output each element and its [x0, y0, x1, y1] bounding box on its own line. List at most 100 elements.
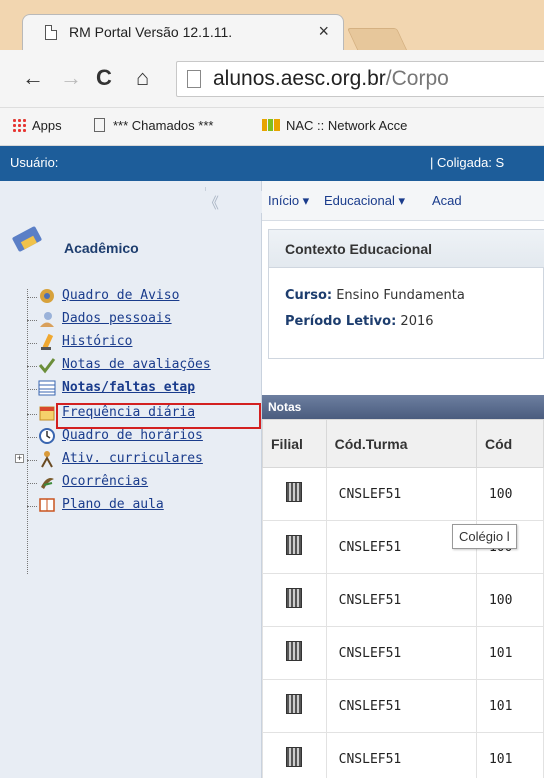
coligada-label: | Coligada: S — [430, 155, 505, 170]
building-icon — [286, 535, 303, 555]
table-icon — [38, 380, 56, 396]
people-icon — [41, 451, 53, 468]
menu-academico[interactable]: Acad — [432, 193, 462, 208]
sidebar-item-label: Histórico — [62, 334, 133, 349]
forward-arrow-icon[interactable]: → — [60, 65, 82, 91]
context-panel: Contexto Educacional Curso: Ensino Funda… — [268, 229, 544, 359]
megaphone-icon — [40, 289, 54, 303]
sidebar-item-dados-pessoais[interactable]: Dados pessoais — [0, 309, 262, 331]
filial-cell — [262, 520, 327, 574]
context-title: Contexto Educacional — [285, 241, 433, 257]
page-icon — [94, 118, 105, 132]
cod-turma-cell: CNSLEF51 — [325, 679, 477, 733]
user-bar: Usuário: | Coligada: S — [0, 146, 544, 181]
building-icon — [286, 588, 303, 608]
bookmark-apps[interactable]: Apps — [12, 118, 62, 133]
new-tab-button[interactable] — [346, 28, 408, 50]
sidebar-item-historico[interactable]: Histórico — [0, 332, 262, 354]
flag-icon — [41, 478, 54, 489]
sidebar-item-quadro-de-horarios[interactable]: Quadro de horários — [0, 426, 262, 448]
selection-highlight — [56, 403, 261, 429]
sidebar-item-notas-faltas-etapa[interactable]: Notas/faltas etap — [0, 378, 262, 400]
top-menu-bar: Início ▾ Educacional ▾ Acad — [262, 181, 544, 221]
navigation-bar: ← → C ⌂ alunos.aesc.org.br/Corpo — [0, 50, 544, 108]
check-icon — [38, 358, 56, 374]
user-label: Usuário: — [10, 155, 59, 170]
section-header-academico[interactable]: Acadêmico — [10, 225, 240, 259]
page-icon — [45, 25, 57, 40]
back-arrow-icon[interactable]: ← — [22, 65, 44, 91]
menu-educacional[interactable]: Educacional ▾ — [324, 193, 405, 209]
cod-cell: 100 — [475, 467, 544, 521]
main-content: Início ▾ Educacional ▾ Acad Contexto Edu… — [262, 181, 544, 778]
cod-turma-cell: CNSLEF51 — [325, 467, 477, 521]
sidebar-item-label: Ocorrências — [62, 474, 149, 489]
calendar-icon — [39, 406, 55, 421]
sidebar-item-label: Ativ. curriculares — [62, 451, 203, 466]
filial-cell — [262, 732, 327, 778]
periodo-line: Período Letivo: 2016 — [285, 314, 434, 329]
table-row[interactable]: CNSLEF51 100 — [262, 467, 544, 521]
table-row[interactable]: CNSLEF51 101 — [262, 732, 544, 778]
column-header-cod-turma[interactable]: Cód.Turma — [325, 419, 477, 468]
context-panel-header: Contexto Educacional — [269, 230, 544, 268]
curso-line: Curso: Ensino Fundamenta — [285, 288, 465, 303]
tab-title: RM Portal Versão 12.1.11. — [69, 24, 233, 40]
filial-cell — [262, 467, 327, 521]
table-row[interactable]: CNSLEF51 101 — [262, 679, 544, 733]
reload-icon[interactable]: C — [96, 65, 112, 91]
address-text: alunos.aesc.org.br/Corpo — [213, 67, 449, 90]
building-icon — [286, 694, 303, 714]
column-header-filial[interactable]: Filial — [262, 419, 327, 468]
page-icon — [187, 70, 201, 88]
cod-turma-cell: CNSLEF51 — [325, 626, 477, 680]
filial-cell — [262, 679, 327, 733]
nac-icon — [262, 119, 280, 131]
cod-cell: 100 — [475, 573, 544, 627]
double-chevron-left-icon: 《 — [204, 195, 220, 212]
collapse-sidebar-button[interactable]: 《 — [196, 191, 262, 213]
table-row[interactable]: CNSLEF51 101 — [262, 626, 544, 680]
filial-cell — [262, 573, 327, 627]
filial-cell — [262, 626, 327, 680]
person-icon — [40, 312, 54, 327]
clock-icon — [39, 428, 55, 444]
building-icon — [286, 482, 303, 502]
cod-turma-cell: CNSLEF51 — [325, 732, 477, 778]
menu-inicio[interactable]: Início ▾ — [268, 193, 309, 209]
sidebar-item-label: Quadro de Aviso — [62, 288, 180, 303]
sidebar-item-plano-de-aula[interactable]: Plano de aula — [0, 495, 262, 517]
sidebar-item-label: Quadro de horários — [62, 428, 203, 443]
bookmark-nac[interactable]: NAC :: Network Acce — [262, 118, 407, 133]
cod-cell: 101 — [475, 626, 544, 680]
sidebar-item-label: Notas de avaliações — [62, 357, 211, 372]
cod-cell: 101 — [475, 679, 544, 733]
cod-cell: 101 — [475, 732, 544, 778]
building-icon — [286, 641, 303, 661]
sidebar-item-label: Dados pessoais — [62, 311, 172, 326]
browser-tab[interactable]: RM Portal Versão 12.1.11. × — [22, 14, 344, 50]
table-row[interactable]: CNSLEF51 100 — [262, 573, 544, 627]
bookmark-chamados[interactable]: *** Chamados *** — [94, 118, 213, 133]
pencil-icon — [41, 333, 54, 350]
sidebar-item-quadro-de-aviso[interactable]: Quadro de Aviso — [0, 286, 262, 308]
expand-icon[interactable]: + — [15, 454, 24, 463]
notas-table: Filial Cód.Turma Cód CNSLEF51 100 CNSLEF… — [262, 419, 544, 778]
notas-header: Notas — [262, 395, 544, 419]
home-icon[interactable]: ⌂ — [136, 65, 149, 91]
graduation-icon — [12, 226, 42, 252]
sidebar-item-notas-de-avaliacoes[interactable]: Notas de avaliações — [0, 355, 262, 377]
close-icon[interactable]: × — [318, 21, 329, 42]
notas-panel: Notas Filial Cód.Turma Cód CNSLEF51 100 … — [262, 395, 544, 778]
sidebar: 《 Acadêmico Quadro de Aviso Dados pessoa… — [0, 181, 262, 778]
bookmarks-bar: Apps *** Chamados *** NAC :: Network Acc… — [0, 108, 544, 146]
tooltip: Colégio l — [452, 524, 517, 549]
address-bar[interactable]: alunos.aesc.org.br/Corpo — [176, 61, 544, 97]
section-title: Acadêmico — [64, 240, 139, 256]
sidebar-item-ativ-curriculares[interactable]: + Ativ. curriculares — [0, 449, 262, 471]
book-icon — [39, 498, 55, 512]
column-header-cod[interactable]: Cód — [475, 419, 544, 468]
sidebar-item-ocorrencias[interactable]: Ocorrências — [0, 472, 262, 494]
sidebar-item-label: Notas/faltas etap — [62, 380, 196, 395]
cod-turma-cell: CNSLEF51 — [325, 573, 477, 627]
